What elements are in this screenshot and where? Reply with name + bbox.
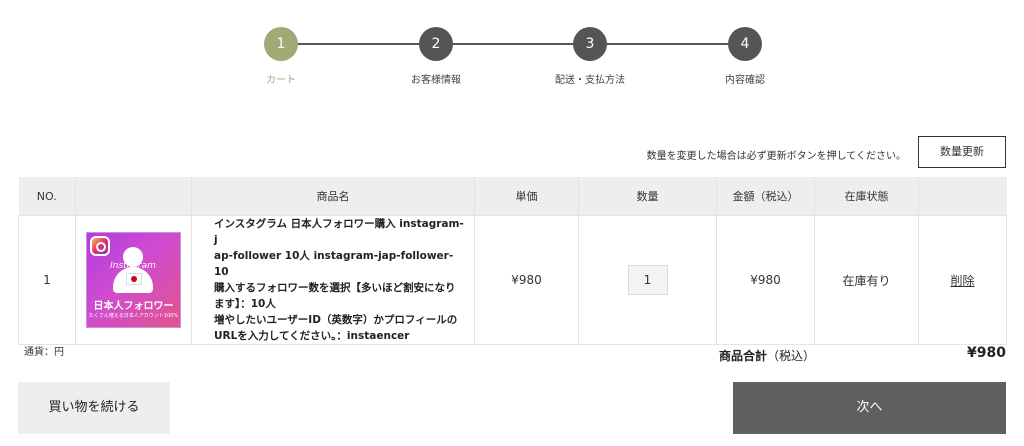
product-option-line: 増やしたいユーザーID（英数字）かプロフィールの (214, 314, 458, 326)
step-label: カート (266, 75, 296, 86)
product-name[interactable]: インスタグラム 日本人フォロワー購入 instagram-j ap-follow… (191, 215, 475, 345)
table-row: 1 Instagram 日本人フォロワー たくさん増える日本人アカウント100%… (18, 215, 1007, 345)
thumbnail-caption: 日本人フォロワー (93, 301, 174, 312)
thumbnail-ribbon: Instagram (110, 261, 156, 271)
step-confirm: 4 内容確認 (685, 27, 805, 86)
amount: ¥980 (716, 215, 815, 345)
progress-line (281, 43, 745, 45)
header-product-name: 商品名 (191, 177, 475, 216)
subtotal-value: ¥980 (967, 345, 1006, 361)
delete-cell: 削除 (918, 215, 1007, 345)
step-label: 配送・支払方法 (555, 75, 625, 86)
product-name-line: インスタグラム 日本人フォロワー購入 instagram-j (214, 218, 464, 246)
quantity-cell: 1 (578, 215, 717, 345)
header-no: NO. (18, 177, 76, 216)
subtotal-label: 商品合計（税込） (719, 347, 815, 364)
update-quantity-button[interactable]: 数量更新 (918, 136, 1006, 168)
header-stock: 在庫状態 (814, 177, 919, 216)
header-quantity: 数量 (578, 177, 717, 216)
header-action (918, 177, 1007, 216)
stock-status: 在庫有り (814, 215, 919, 345)
next-button[interactable]: 次へ (733, 382, 1006, 434)
row-no: 1 (18, 215, 76, 345)
subtotal-tax-label: （税込） (767, 349, 816, 363)
step-cart: 1 カート (221, 27, 341, 86)
unit-price: ¥980 (474, 215, 579, 345)
table-header-row: NO. 商品名 単価 数量 金額（税込） 在庫状態 (18, 177, 1007, 216)
product-option-line: 購入するフォロワー数を選択【多いほど割安になり (214, 282, 456, 294)
step-customer-info: 2 お客様情報 (376, 27, 496, 86)
step-number: 1 (264, 27, 298, 61)
step-number: 2 (419, 27, 453, 61)
step-label: 内容確認 (725, 75, 765, 86)
delete-link[interactable]: 削除 (950, 274, 974, 288)
currency-note: 通貨：円 (24, 347, 64, 358)
thumbnail-small-caption: たくさん増える日本人アカウント100% (88, 313, 179, 319)
product-option-line: ます】：10人 (214, 298, 276, 310)
header-image (75, 177, 192, 216)
row-thumbnail-cell: Instagram 日本人フォロワー たくさん増える日本人アカウント100% (75, 215, 192, 345)
product-name-line: ap-follower 10人 instagram-jap-follower-1… (214, 250, 454, 278)
header-unit-price: 単価 (474, 177, 579, 216)
update-note: 数量を変更した場合は必ず更新ボタンを押してください。 (646, 151, 906, 162)
instagram-icon (90, 236, 110, 256)
continue-shopping-button[interactable]: 買い物を続ける (18, 382, 170, 434)
product-thumbnail[interactable]: Instagram 日本人フォロワー たくさん増える日本人アカウント100% (86, 232, 181, 328)
step-number: 4 (728, 27, 762, 61)
checkout-progress: 1 カート 2 お客様情報 3 配送・支払方法 4 内容確認 (0, 0, 1024, 100)
step-shipping-payment: 3 配送・支払方法 (530, 27, 650, 86)
step-label: お客様情報 (411, 75, 461, 86)
header-amount: 金額（税込） (716, 177, 815, 216)
quantity-input[interactable]: 1 (627, 265, 668, 295)
product-option-line: URLを入力してください。：instaencer (214, 330, 410, 342)
cart-table: NO. 商品名 単価 数量 金額（税込） 在庫状態 1 Instagram 日本… (18, 177, 1007, 345)
japan-flag-icon (126, 273, 142, 285)
subtotal-label-text: 商品合計 (719, 349, 768, 363)
step-number: 3 (573, 27, 607, 61)
